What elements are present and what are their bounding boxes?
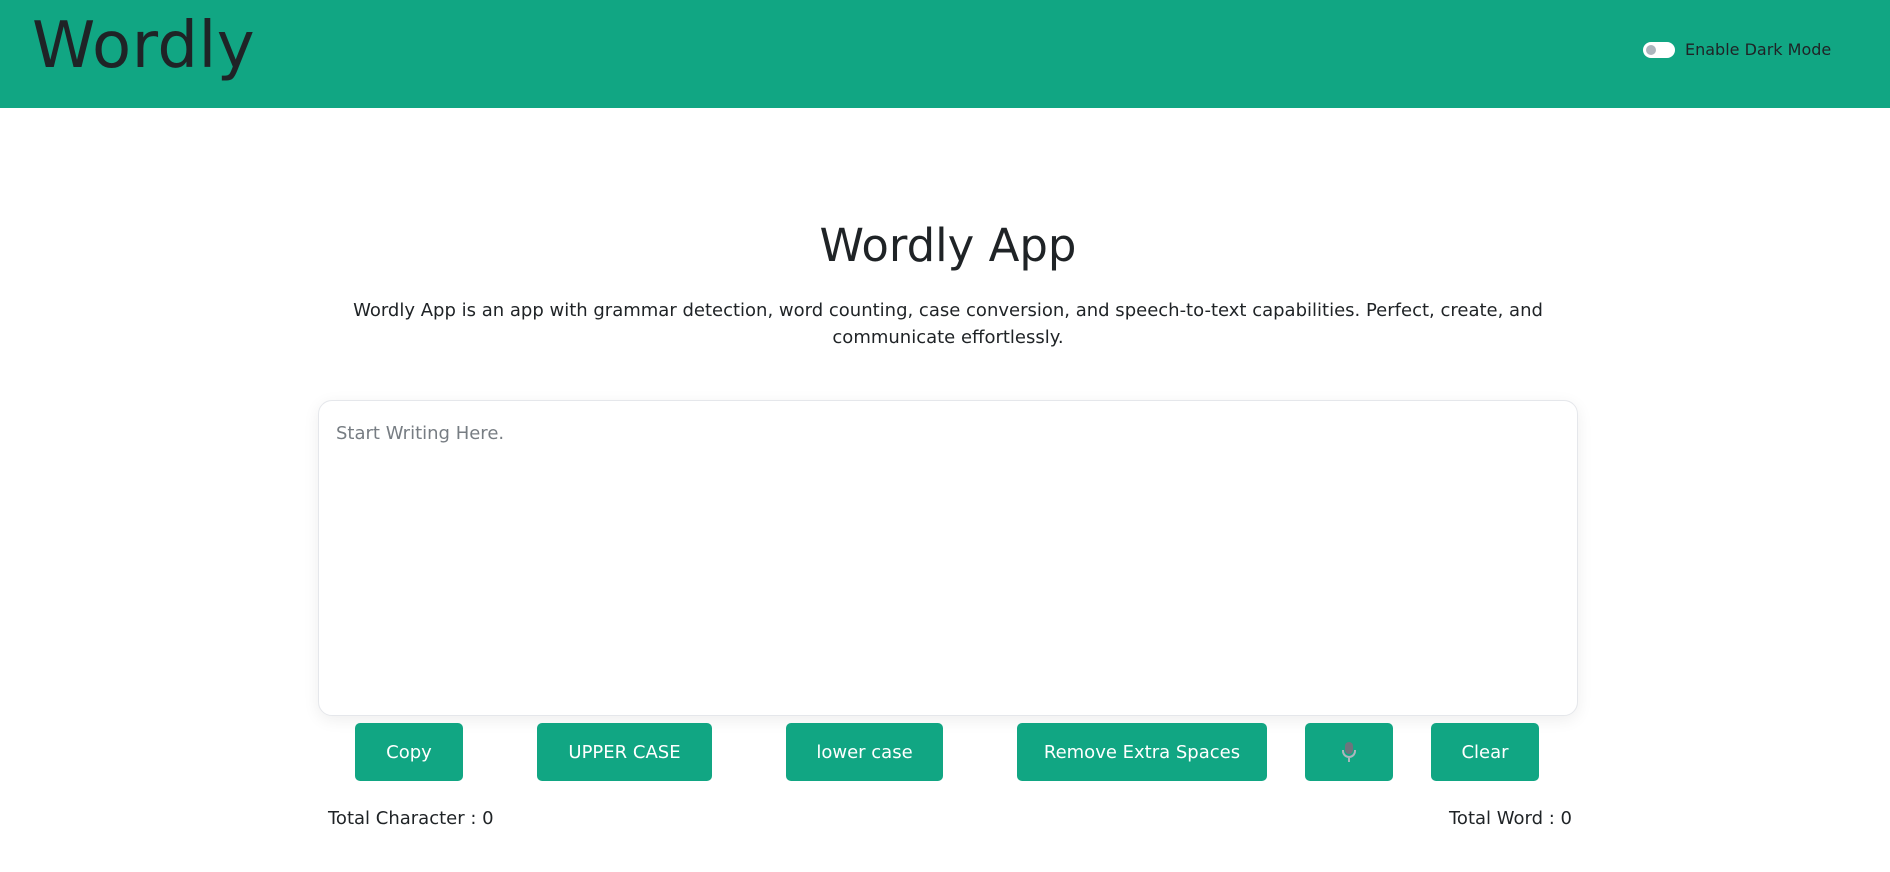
clear-button[interactable]: Clear [1431,723,1539,781]
copy-button[interactable]: Copy [355,723,463,781]
total-words: Total Word : 0 [1449,808,1572,829]
dark-mode-toggle[interactable]: Enable Dark Mode [1643,40,1831,59]
speech-to-text-button[interactable] [1305,723,1393,781]
remove-extra-spaces-button[interactable]: Remove Extra Spaces [1017,723,1267,781]
brand-logo[interactable]: Wordly [32,4,255,88]
page-title: Wordly App [819,219,1077,272]
dark-mode-switch[interactable] [1643,41,1675,58]
switch-knob [1646,44,1656,55]
microphone-icon [1342,742,1356,762]
uppercase-button[interactable]: UPPER CASE [537,723,712,781]
total-characters: Total Character : 0 [328,808,494,829]
dark-mode-label: Enable Dark Mode [1685,40,1832,59]
text-editor[interactable] [318,400,1578,716]
app-description: Wordly App is an app with grammar detect… [353,300,1543,348]
lowercase-button[interactable]: lower case [786,723,943,781]
top-navbar: Wordly Enable Dark Mode [0,0,1890,108]
